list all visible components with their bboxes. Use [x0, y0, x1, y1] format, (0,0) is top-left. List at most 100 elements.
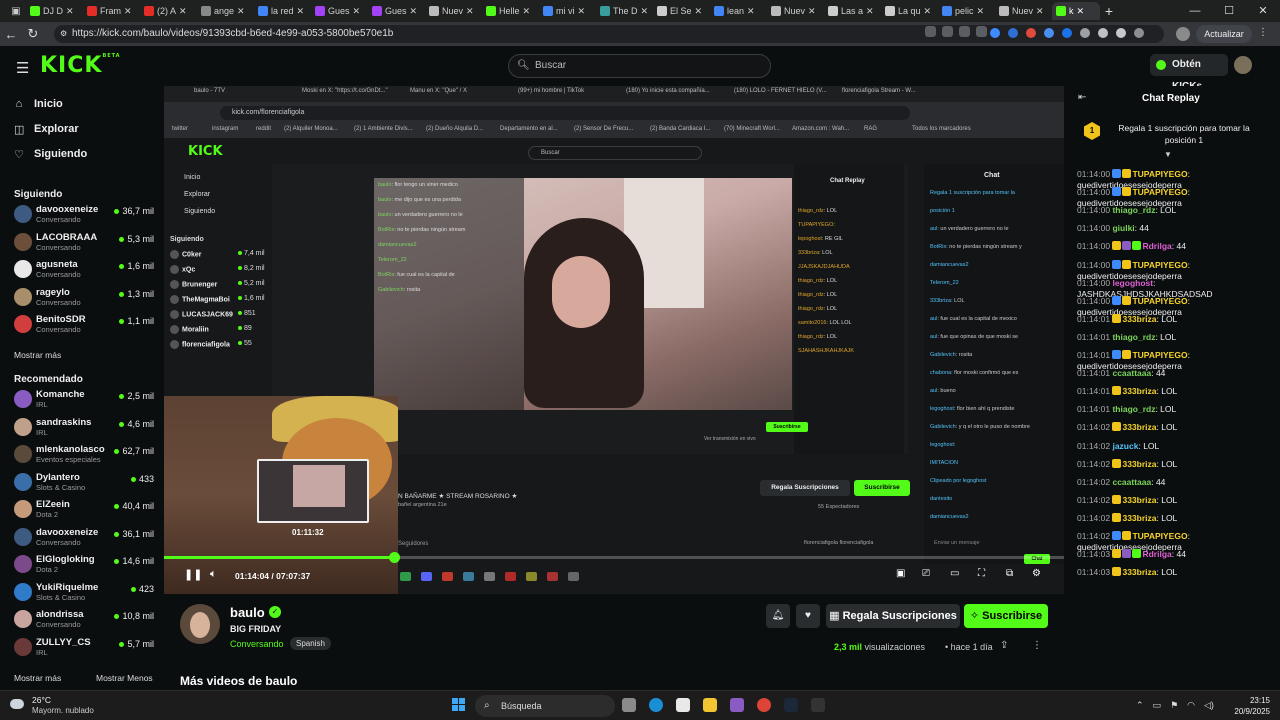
- browser-tab[interactable]: La qu ✕: [881, 2, 938, 20]
- steam-icon[interactable]: [784, 698, 798, 712]
- channel-item[interactable]: davooxeneize Conversando 36,1 mil: [14, 526, 158, 548]
- chat-username[interactable]: TUPAPIYEGO: [1132, 350, 1187, 360]
- update-button[interactable]: Actualizar: [1196, 25, 1252, 43]
- fullscreen-icon[interactable]: ⛶: [978, 568, 985, 579]
- browser-tab[interactable]: pelic ✕: [938, 2, 995, 20]
- browser-tab[interactable]: Nuev ✕: [425, 2, 482, 20]
- seek-bar[interactable]: [164, 552, 1064, 563]
- chat-username[interactable]: Rdrilga: [1142, 241, 1171, 251]
- clip-icon[interactable]: ⎚: [922, 568, 930, 579]
- tab-close-icon[interactable]: ✕: [695, 6, 703, 17]
- chat-username[interactable]: TUPAPIYEGO: [1132, 296, 1187, 306]
- settings-gear-icon[interactable]: ⚙: [1032, 568, 1041, 579]
- extension-icon[interactable]: [1116, 28, 1126, 38]
- chrome-icon[interactable]: [757, 698, 771, 712]
- extension-icon[interactable]: [1026, 28, 1036, 38]
- browser-tab[interactable]: Fram ✕: [83, 2, 140, 20]
- weather-temperature[interactable]: 26°C: [32, 695, 51, 705]
- tab-close-icon[interactable]: ✕: [1077, 6, 1085, 17]
- chat-username[interactable]: 333briza: [1122, 386, 1156, 396]
- channel-item[interactable]: davooxeneize Conversando 36,7 mil: [14, 203, 158, 225]
- browser-tab[interactable]: Gues ✕: [311, 2, 368, 20]
- share-icon[interactable]: ⇪: [1000, 640, 1008, 651]
- tab-close-icon[interactable]: ✕: [410, 6, 418, 17]
- store-icon[interactable]: [676, 698, 690, 712]
- tab-close-icon[interactable]: ✕: [1036, 6, 1044, 17]
- zoom-icon[interactable]: [959, 26, 970, 37]
- extension-icon[interactable]: [1044, 28, 1054, 38]
- channel-item[interactable]: Dylantero Slots & Casino 433: [14, 471, 158, 493]
- reload-icon[interactable]: ↻: [22, 26, 44, 42]
- chat-username[interactable]: legoghost: [1112, 278, 1153, 288]
- close-window-icon[interactable]: ✕: [1246, 0, 1280, 22]
- tab-close-icon[interactable]: ✕: [353, 6, 361, 17]
- app-icon[interactable]: [730, 698, 744, 712]
- sidebar-nav-1[interactable]: ◫ Explorar: [14, 121, 79, 137]
- search-input[interactable]: 🔍︎ Buscar: [508, 54, 771, 78]
- subscribe-button[interactable]: ✧ Suscribirse: [964, 604, 1048, 628]
- tab-close-icon[interactable]: ✕: [977, 6, 985, 17]
- taskbar-search[interactable]: ⌕ Búsqueda: [475, 695, 615, 717]
- more-options-icon[interactable]: ⋮: [1032, 640, 1042, 651]
- chat-username[interactable]: thiago_rdz: [1112, 205, 1155, 215]
- user-avatar[interactable]: [1234, 56, 1252, 74]
- profile-avatar[interactable]: [1176, 27, 1190, 41]
- weather-cloud-icon[interactable]: [10, 699, 24, 709]
- browser-tab[interactable]: Gues ✕: [368, 2, 425, 20]
- chat-username[interactable]: thiago_rdz: [1112, 404, 1155, 414]
- hamburger-menu-icon[interactable]: ☰: [16, 59, 29, 77]
- weather-condition[interactable]: Mayorm. nublado: [32, 706, 94, 715]
- channel-item[interactable]: ZULLYY_CS IRL 5,7 mil: [14, 636, 158, 658]
- chat-username[interactable]: Rdrilga: [1142, 549, 1171, 559]
- browser-tab[interactable]: Helle ✕: [482, 2, 539, 20]
- tab-close-icon[interactable]: ✕: [866, 6, 874, 17]
- puzzle-icon[interactable]: [1134, 28, 1144, 38]
- browser-tab[interactable]: (2) A ✕: [140, 2, 197, 20]
- streamer-name[interactable]: baulo: [230, 605, 265, 620]
- browser-tab[interactable]: The D ✕: [596, 2, 653, 20]
- tray-app-icon[interactable]: ⚑: [1170, 700, 1178, 711]
- browser-tab[interactable]: Nuev ✕: [995, 2, 1052, 20]
- channel-item[interactable]: YukiRiquelme Slots & Casino 423: [14, 581, 158, 603]
- seek-handle[interactable]: [388, 552, 400, 563]
- file-explorer-icon[interactable]: [703, 698, 717, 712]
- show-less-recommended[interactable]: Mostrar Menos: [96, 673, 153, 683]
- tray-chevron-icon[interactable]: ⌃: [1136, 700, 1144, 711]
- streamer-avatar[interactable]: [180, 604, 220, 644]
- browser-tab[interactable]: DJ D ✕: [26, 2, 83, 20]
- get-kicks-button[interactable]: Obtén KICKs: [1150, 54, 1228, 92]
- tab-close-icon[interactable]: ✕: [747, 6, 755, 17]
- new-tab-icon[interactable]: +: [1100, 3, 1118, 19]
- tab-close-icon[interactable]: ✕: [124, 6, 132, 17]
- channel-item[interactable]: Komanche IRL 2,5 mil: [14, 388, 158, 410]
- system-clock[interactable]: 23:15 20/9/2025: [1222, 695, 1270, 717]
- chat-username[interactable]: ccaattaaa: [1112, 477, 1151, 487]
- video-player[interactable]: baulo - 7TV Moski en X: "https://t.co/GnD…: [164, 86, 1064, 594]
- channel-item[interactable]: ElGlogloking Dota 2 14,6 mil: [14, 553, 158, 575]
- show-more-recommended[interactable]: Mostrar más: [14, 673, 61, 683]
- chat-username[interactable]: 333briza: [1122, 422, 1156, 432]
- tab-active[interactable]: k ✕: [1052, 2, 1100, 20]
- sidebar-nav-0[interactable]: ⌂ Inicio: [14, 96, 63, 112]
- channel-item[interactable]: rageylo Conversando 1,3 mil: [14, 286, 158, 308]
- tab-close-icon[interactable]: ✕: [924, 6, 932, 17]
- channel-item[interactable]: LACOBRAAA Conversando 5,3 mil: [14, 231, 158, 253]
- minimize-icon[interactable]: —: [1178, 0, 1212, 22]
- bookmark-star-icon[interactable]: [976, 26, 987, 37]
- tab-close-icon[interactable]: ✕: [808, 6, 816, 17]
- chat-username[interactable]: 333briza: [1122, 314, 1156, 324]
- collapse-chat-icon[interactable]: ⇤: [1078, 92, 1086, 103]
- tab-close-icon[interactable]: ✕: [66, 6, 74, 17]
- miniplayer-icon[interactable]: ▣: [896, 568, 905, 579]
- theater-mode-icon[interactable]: ▭: [950, 568, 959, 579]
- chat-username[interactable]: thiago_rdz: [1112, 332, 1155, 342]
- chat-username[interactable]: 333briza: [1122, 459, 1156, 469]
- gift-subscriptions-button[interactable]: ▦ Regala Suscripciones: [826, 604, 960, 628]
- channel-item[interactable]: mlenkanolasco Eventos especiales 62,7 mil: [14, 443, 158, 465]
- extension-icon[interactable]: [990, 28, 1000, 38]
- edge-icon[interactable]: [649, 698, 663, 712]
- follow-heart-icon[interactable]: ♥: [796, 604, 820, 628]
- sidebar-nav-2[interactable]: ♡ Siguiendo: [14, 146, 87, 162]
- volume-icon[interactable]: ◁): [1204, 700, 1214, 711]
- tab-close-icon[interactable]: ✕: [578, 6, 586, 17]
